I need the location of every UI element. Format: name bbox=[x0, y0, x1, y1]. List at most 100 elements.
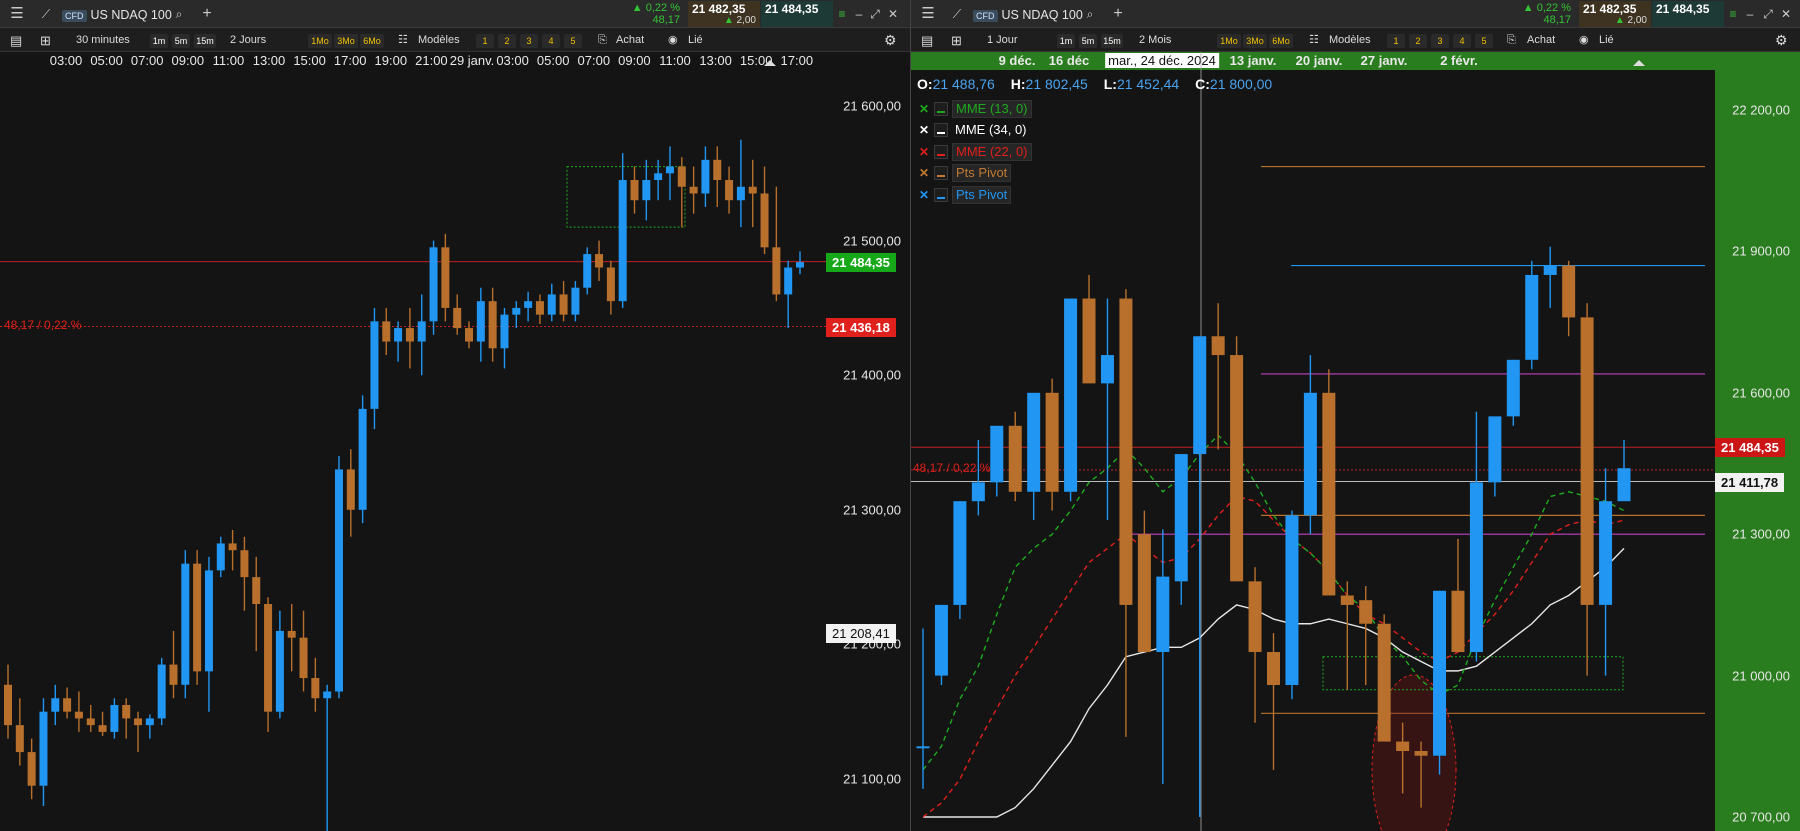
tf-1m[interactable]: 1m bbox=[1057, 34, 1075, 48]
candle[interactable] bbox=[1433, 590, 1447, 775]
candle[interactable] bbox=[1580, 303, 1594, 676]
slot-5[interactable]: 5 bbox=[564, 34, 582, 48]
slot-5[interactable]: 5 bbox=[1475, 34, 1493, 48]
candle[interactable] bbox=[122, 698, 131, 739]
list-icon[interactable]: ▤ bbox=[10, 32, 22, 49]
candle[interactable] bbox=[512, 301, 521, 329]
candle[interactable] bbox=[1027, 392, 1041, 521]
candle[interactable] bbox=[204, 556, 213, 712]
bid-ask-icon[interactable]: ≡ bbox=[836, 4, 848, 24]
candle[interactable] bbox=[1562, 260, 1576, 337]
candle[interactable] bbox=[1469, 411, 1483, 662]
candle[interactable] bbox=[665, 146, 674, 201]
remove-indicator-icon[interactable]: ✕ bbox=[917, 102, 931, 116]
candle[interactable] bbox=[15, 698, 24, 766]
candle[interactable] bbox=[181, 550, 190, 699]
candle[interactable] bbox=[606, 260, 615, 315]
candle[interactable] bbox=[1193, 336, 1207, 817]
candle[interactable] bbox=[524, 291, 533, 322]
candle[interactable] bbox=[216, 536, 225, 578]
candle[interactable] bbox=[500, 307, 509, 369]
range-3mo[interactable]: 3Mo bbox=[334, 34, 358, 48]
minimize-icon[interactable]: – bbox=[1743, 4, 1757, 24]
candle[interactable] bbox=[1617, 439, 1631, 502]
candle[interactable] bbox=[1377, 614, 1391, 742]
candle[interactable] bbox=[405, 307, 414, 369]
candle[interactable] bbox=[441, 233, 450, 322]
slot-1[interactable]: 1 bbox=[476, 34, 494, 48]
candle[interactable] bbox=[583, 247, 592, 295]
models-icon[interactable]: ☷ bbox=[398, 32, 408, 49]
candle[interactable] bbox=[618, 153, 627, 308]
close-icon[interactable]: ✕ bbox=[1779, 4, 1793, 24]
candle[interactable] bbox=[990, 425, 1004, 497]
candle[interactable] bbox=[748, 159, 757, 228]
candle[interactable] bbox=[110, 698, 119, 739]
candle[interactable] bbox=[157, 657, 166, 726]
remove-indicator-icon[interactable]: ✕ bbox=[917, 166, 931, 180]
candle[interactable] bbox=[772, 186, 781, 302]
chart-type-icon[interactable]: ⟋ bbox=[947, 4, 967, 24]
candle[interactable] bbox=[713, 146, 722, 207]
slot-4[interactable]: 4 bbox=[542, 34, 560, 48]
candle[interactable] bbox=[1285, 510, 1299, 700]
buy-icon[interactable]: ⎘ bbox=[1507, 32, 1516, 49]
candle[interactable] bbox=[1303, 355, 1317, 535]
range-6mo[interactable]: 6Mo bbox=[360, 34, 384, 48]
candle[interactable] bbox=[27, 738, 36, 800]
popout-icon[interactable]: ⤢ bbox=[868, 4, 882, 24]
link-button[interactable]: Lié bbox=[688, 32, 703, 49]
link-button[interactable]: Lié bbox=[1599, 32, 1614, 49]
period-select[interactable]: 2 Mois bbox=[1139, 32, 1171, 49]
chart-type-icon[interactable]: ⟋ bbox=[36, 4, 56, 24]
search-icon[interactable]: ⌕ bbox=[170, 4, 188, 24]
left-candlestick-chart[interactable] bbox=[0, 52, 826, 831]
candle[interactable] bbox=[275, 610, 284, 719]
candle[interactable] bbox=[323, 684, 332, 831]
candle[interactable] bbox=[1156, 529, 1170, 785]
range-1mo[interactable]: 1Mo bbox=[308, 34, 332, 48]
candle[interactable] bbox=[334, 455, 343, 699]
candle[interactable] bbox=[1267, 633, 1280, 770]
popout-icon[interactable]: ⤢ bbox=[1761, 4, 1775, 24]
legend-item[interactable]: ✕ Pts Pivot bbox=[917, 163, 1032, 185]
candle[interactable] bbox=[760, 166, 769, 255]
add-tab-icon[interactable]: + bbox=[1109, 4, 1127, 24]
candle[interactable] bbox=[74, 691, 83, 732]
close-icon[interactable]: ✕ bbox=[886, 4, 900, 24]
zone-box[interactable] bbox=[1322, 656, 1624, 691]
interval-select[interactable]: 1 Jour bbox=[987, 32, 1018, 49]
candle[interactable] bbox=[934, 604, 948, 686]
indicator-color-swatch[interactable] bbox=[934, 101, 948, 116]
candle[interactable] bbox=[193, 550, 202, 685]
candle[interactable] bbox=[630, 166, 639, 214]
candle[interactable] bbox=[4, 664, 12, 739]
candle[interactable] bbox=[1488, 416, 1502, 497]
menu-icon[interactable]: ☰ bbox=[917, 4, 939, 24]
buy-price-box[interactable]: 21 484,35 bbox=[761, 1, 833, 27]
candle[interactable] bbox=[169, 630, 178, 699]
settings-icon[interactable]: ⚙ bbox=[1775, 32, 1788, 49]
candle[interactable] bbox=[571, 280, 580, 322]
tf-1m[interactable]: 1m bbox=[150, 34, 168, 48]
candle[interactable] bbox=[916, 628, 930, 789]
candle[interactable] bbox=[465, 321, 474, 349]
minimize-icon[interactable]: – bbox=[852, 4, 866, 24]
slot-1[interactable]: 1 bbox=[1387, 34, 1405, 48]
buy-icon[interactable]: ⎘ bbox=[598, 32, 607, 49]
scroll-marker-icon[interactable] bbox=[1633, 60, 1645, 66]
buy-price-box[interactable]: 21 484,35 bbox=[1652, 1, 1724, 27]
candle[interactable] bbox=[358, 395, 367, 524]
legend-item[interactable]: ✕ MME (13, 0) bbox=[917, 98, 1032, 120]
candle[interactable] bbox=[1543, 246, 1557, 308]
candle[interactable] bbox=[1359, 586, 1373, 686]
candle[interactable] bbox=[476, 287, 485, 362]
candle[interactable] bbox=[453, 294, 462, 335]
scroll-marker-icon[interactable] bbox=[764, 60, 776, 66]
candle[interactable] bbox=[264, 597, 273, 732]
candle[interactable] bbox=[535, 294, 544, 325]
settings-icon[interactable]: ⚙ bbox=[884, 32, 897, 49]
interval-select[interactable]: 30 minutes bbox=[76, 32, 130, 49]
instrument-title[interactable]: US NDAQ 100 bbox=[91, 8, 172, 22]
buy-button[interactable]: Achat bbox=[616, 32, 644, 49]
